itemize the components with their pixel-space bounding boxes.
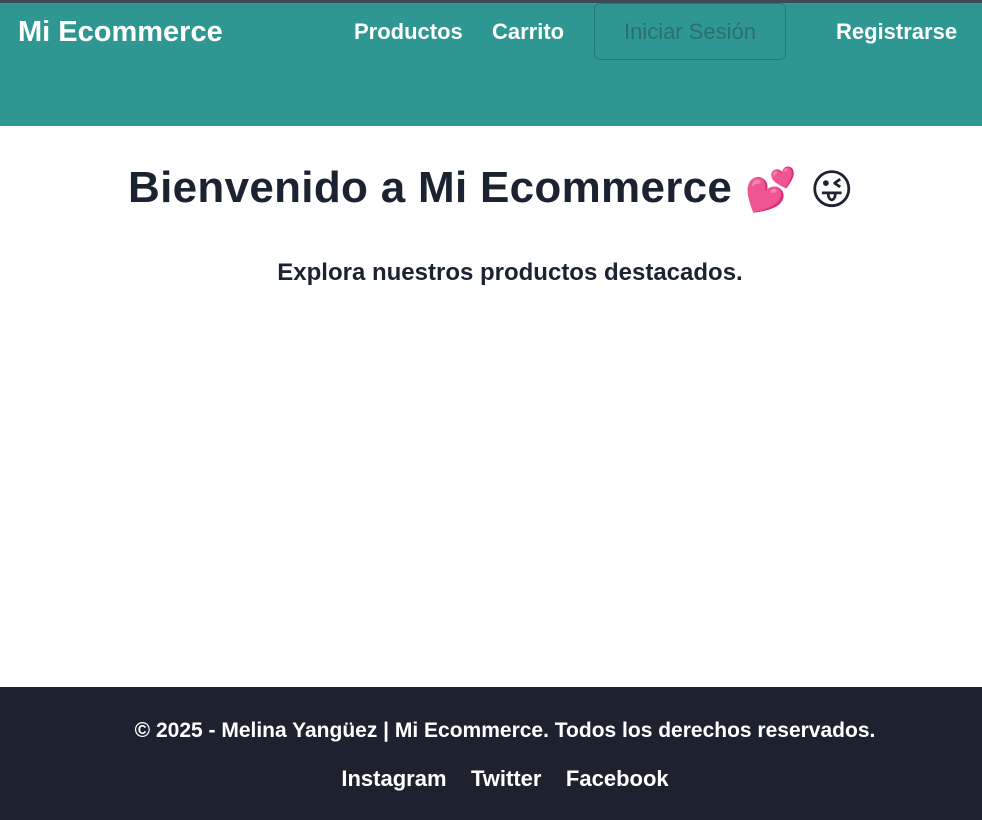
brand-logo[interactable]: Mi Ecommerce xyxy=(18,15,223,49)
twitter-link[interactable]: Twitter xyxy=(471,765,541,793)
two-hearts-icon: 💕 xyxy=(744,166,798,213)
footer: © 2025 - Melina Yangüez | Mi Ecommerce. … xyxy=(0,687,982,820)
login-button[interactable]: Iniciar Sesión xyxy=(594,3,786,60)
page-subtitle: Explora nuestros productos destacados. xyxy=(277,259,743,286)
facebook-link[interactable]: Facebook xyxy=(566,765,669,793)
nav-link-carrito[interactable]: Carrito xyxy=(492,18,564,46)
page-title: Bienvenido a Mi Ecommerce 💕 😜 xyxy=(0,162,982,216)
footer-copyright: © 2025 - Melina Yangüez | Mi Ecommerce. … xyxy=(134,719,876,742)
instagram-link[interactable]: Instagram xyxy=(341,765,446,793)
page-title-text: Bienvenido a Mi Ecommerce xyxy=(128,163,733,212)
navbar: Mi Ecommerce Productos Carrito Iniciar S… xyxy=(0,3,982,126)
winking-tongue-face-icon: 😜 xyxy=(809,166,854,213)
nav-link-productos[interactable]: Productos xyxy=(354,18,463,46)
footer-social-links: Instagram Twitter Facebook xyxy=(0,765,982,793)
nav-link-registrarse[interactable]: Registrarse xyxy=(836,18,957,46)
